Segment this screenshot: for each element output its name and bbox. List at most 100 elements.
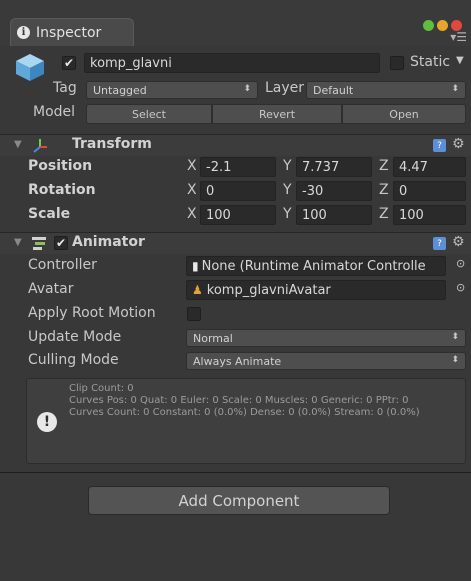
position-y-label[interactable]: Y — [283, 158, 292, 174]
culling-mode-label: Culling Mode — [28, 352, 119, 368]
info-curves-pos: Curves Pos: 0 Quat: 0 Euler: 0 Scale: 0 … — [69, 395, 409, 406]
rotation-y-field[interactable]: -30 — [296, 181, 372, 201]
position-y-value: 7.737 — [302, 159, 340, 175]
document-icon: ▮ — [192, 259, 199, 273]
info-clip-count: Clip Count: 0 — [69, 383, 134, 394]
scale-z-value: 100 — [399, 207, 424, 223]
model-open-label: Open — [389, 107, 419, 121]
static-checkbox[interactable] — [390, 56, 404, 70]
position-x-value: -2.1 — [206, 159, 232, 175]
position-label: Position — [28, 158, 93, 174]
help-book-icon[interactable]: ? — [433, 237, 446, 250]
gear-icon[interactable]: ⚙ — [452, 136, 465, 152]
layer-label: Layer — [265, 80, 305, 96]
apply-root-motion-checkbox[interactable] — [187, 307, 201, 321]
tab-inspector[interactable]: i Inspector — [10, 18, 134, 46]
inspector-panel: ✔ komp_glavni Static ▼ Tag Untagged ⬍ La… — [0, 46, 471, 581]
rotation-z-value: 0 — [399, 183, 408, 199]
animator-header[interactable]: ▼ ✔ Animator ? ⚙ — [0, 232, 471, 254]
scale-y-value: 100 — [302, 207, 327, 223]
position-x-field[interactable]: -2.1 — [200, 157, 276, 177]
model-revert-button[interactable]: Revert — [212, 104, 342, 124]
transform-header[interactable]: ▼ Transform ? ⚙ — [0, 134, 471, 156]
avatar-label: Avatar — [28, 281, 74, 297]
update-mode-value: Normal — [193, 331, 233, 345]
chevron-updown-icon: ⬍ — [451, 84, 459, 94]
scale-z-label[interactable]: Z — [379, 206, 389, 222]
controller-value: None (Runtime Animator Controlle — [201, 258, 426, 274]
culling-mode-value: Always Animate — [193, 354, 282, 368]
warning-icon: ! — [37, 412, 57, 432]
static-dropdown-icon[interactable]: ▼ — [456, 55, 464, 66]
minimize-window-button[interactable] — [437, 20, 448, 31]
scale-y-field[interactable]: 100 — [296, 205, 372, 225]
animator-info-box: ! Clip Count: 0 Curves Pos: 0 Quat: 0 Eu… — [26, 378, 466, 464]
foldout-arrow-icon[interactable]: ▼ — [14, 237, 22, 248]
controller-label: Controller — [28, 257, 97, 273]
layer-dropdown[interactable]: Default ⬍ — [306, 81, 466, 99]
model-select-label: Select — [132, 107, 166, 121]
rotation-label: Rotation — [28, 182, 96, 198]
update-mode-dropdown[interactable]: Normal ⬍ — [186, 329, 466, 347]
object-name: komp_glavni — [90, 55, 172, 71]
help-book-icon[interactable]: ? — [433, 139, 446, 152]
chevron-updown-icon: ⬍ — [451, 332, 459, 342]
rotation-z-field[interactable]: 0 — [393, 181, 466, 201]
add-component-button[interactable]: Add Component — [88, 486, 390, 515]
layer-value: Default — [313, 83, 354, 97]
avatar-field[interactable]: ♟ komp_glavniAvatar — [186, 280, 446, 300]
animator-enabled-checkbox[interactable]: ✔ — [54, 236, 68, 250]
chevron-updown-icon: ⬍ — [243, 84, 251, 94]
position-y-field[interactable]: 7.737 — [296, 157, 372, 177]
position-z-field[interactable]: 4.47 — [393, 157, 466, 177]
cube-icon — [16, 54, 44, 81]
apply-root-motion-label: Apply Root Motion — [28, 305, 156, 321]
info-curves-count: Curves Count: 0 Constant: 0 (0.0%) Dense… — [69, 407, 420, 418]
info-icon: i — [17, 26, 30, 39]
tab-menu-icon[interactable]: ▾☰ — [450, 30, 467, 44]
position-z-label[interactable]: Z — [379, 158, 389, 174]
transform-title: Transform — [72, 136, 152, 152]
position-x-label[interactable]: X — [187, 158, 197, 174]
avatar-value: komp_glavniAvatar — [206, 282, 331, 298]
add-component-label: Add Component — [178, 491, 300, 510]
model-label: Model — [33, 104, 76, 120]
rotation-z-label[interactable]: Z — [379, 182, 389, 198]
model-revert-label: Revert — [258, 107, 296, 121]
object-name-field[interactable]: komp_glavni — [84, 53, 380, 73]
foldout-arrow-icon[interactable]: ▼ — [14, 139, 22, 150]
animator-info-text: Clip Count: 0 Curves Pos: 0 Quat: 0 Eule… — [69, 383, 461, 419]
scale-y-label[interactable]: Y — [283, 206, 292, 222]
position-z-value: 4.47 — [399, 159, 428, 175]
controller-field[interactable]: ▮ None (Runtime Animator Controlle — [186, 256, 446, 276]
rotation-x-value: 0 — [206, 183, 215, 199]
object-active-checkbox[interactable]: ✔ — [62, 56, 76, 70]
rotation-y-value: -30 — [302, 183, 324, 199]
rotation-x-label[interactable]: X — [187, 182, 197, 198]
scale-z-field[interactable]: 100 — [393, 205, 466, 225]
transform-axis-icon — [33, 139, 47, 153]
rotation-y-label[interactable]: Y — [283, 182, 292, 198]
gear-icon[interactable]: ⚙ — [452, 234, 465, 250]
tag-value: Untagged — [93, 83, 147, 97]
animator-title: Animator — [72, 234, 145, 250]
model-select-button[interactable]: Select — [86, 104, 212, 124]
avatar-icon: ♟ — [192, 283, 203, 297]
zoom-window-button[interactable] — [423, 20, 434, 31]
scale-x-field[interactable]: 100 — [200, 205, 276, 225]
object-picker-icon[interactable]: ⊙ — [456, 257, 465, 270]
culling-mode-dropdown[interactable]: Always Animate ⬍ — [186, 352, 466, 370]
tab-title: Inspector — [36, 24, 102, 41]
tag-dropdown[interactable]: Untagged ⬍ — [86, 81, 258, 99]
inspector-titlebar: i Inspector ▾☰ — [0, 0, 471, 46]
scale-x-label[interactable]: X — [187, 206, 197, 222]
object-picker-icon[interactable]: ⊙ — [456, 281, 465, 294]
model-open-button[interactable]: Open — [342, 104, 466, 124]
animator-icon — [32, 237, 46, 250]
rotation-x-field[interactable]: 0 — [200, 181, 276, 201]
update-mode-label: Update Mode — [28, 329, 122, 345]
chevron-updown-icon: ⬍ — [451, 355, 459, 365]
scale-label: Scale — [28, 206, 71, 222]
tag-label: Tag — [53, 80, 77, 96]
scale-x-value: 100 — [206, 207, 231, 223]
